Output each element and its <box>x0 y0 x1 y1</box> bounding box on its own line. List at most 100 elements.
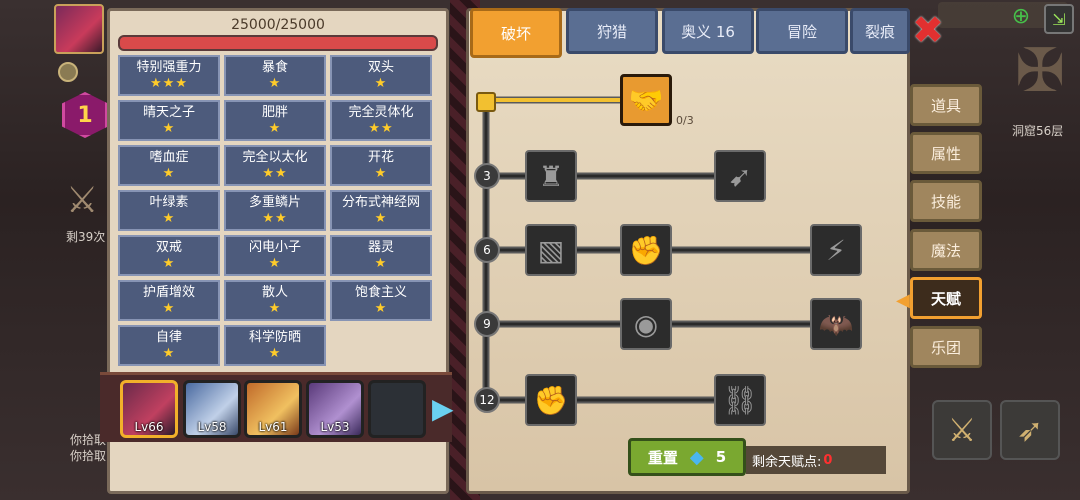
trait-name: 双头 <box>367 60 394 75</box>
side-tab-attributes[interactable]: 属性 <box>910 132 982 174</box>
hero-slot[interactable]: Lv58 <box>183 380 241 438</box>
trait-cell[interactable]: 叶绿素 ★ <box>118 190 220 231</box>
player-avatar[interactable] <box>54 4 104 54</box>
next-arrow-icon[interactable]: ▶ <box>432 392 454 425</box>
remaining-points-value: 0 <box>823 452 833 468</box>
trait-cell[interactable]: 科学防晒 ★ <box>224 325 326 366</box>
trait-name: 器灵 <box>367 240 394 255</box>
trait-name: 暴食 <box>261 60 288 75</box>
tier-label: 12 <box>474 387 500 413</box>
trait-cell[interactable]: 肥胖 ★ <box>224 100 326 141</box>
trait-cell[interactable]: 完全灵体化 ★★ <box>330 100 432 141</box>
star-icon: ★ <box>268 76 282 91</box>
trait-name: 叶绿素 <box>149 195 189 210</box>
card-strike-icon[interactable]: ▧ <box>525 224 577 276</box>
trait-cell[interactable]: 双戒 ★ <box>118 235 220 276</box>
globe-icon[interactable]: ⊕ <box>1008 4 1034 30</box>
hero-level: Lv66 <box>134 420 164 434</box>
star-icon: ★★ <box>262 166 288 181</box>
remaining-count: 剩39次 <box>66 230 106 244</box>
bat-icon[interactable]: 🦇 <box>810 298 862 350</box>
coin-icon <box>58 62 78 82</box>
star-icon: ★ <box>162 301 176 316</box>
star-icon: ★ <box>268 346 282 361</box>
trait-name: 肥胖 <box>261 105 288 120</box>
trait-cell[interactable]: 自律 ★ <box>118 325 220 366</box>
trait-name: 多重鳞片 <box>248 195 301 210</box>
empty-hero-slot[interactable] <box>368 380 426 438</box>
star-icon: ★ <box>162 346 176 361</box>
trait-cell[interactable]: 开花 ★ <box>330 145 432 186</box>
side-tab-talent[interactable]: 天赋 <box>910 277 982 319</box>
trait-cell[interactable]: 闪电小子 ★ <box>224 235 326 276</box>
tier-label: 9 <box>474 311 500 337</box>
node-points: 0/3 <box>676 114 694 127</box>
trait-cell[interactable]: 多重鳞片 ★★ <box>224 190 326 231</box>
trait-name: 完全灵体化 <box>348 105 414 120</box>
star-icon: ★★★ <box>150 76 188 91</box>
ripple-icon[interactable]: ◉ <box>620 298 672 350</box>
slash-icon[interactable]: ⚡ <box>810 224 862 276</box>
trait-name: 自律 <box>155 330 182 345</box>
hp-bar <box>118 35 438 51</box>
star-icon: ★ <box>162 256 176 271</box>
arrow-icon[interactable]: ➹ <box>714 150 766 202</box>
raised-fist-icon[interactable]: ✊ <box>525 374 577 426</box>
tree-root-node <box>476 92 496 112</box>
hero-slot[interactable]: Lv61 <box>244 380 302 438</box>
remaining-points-label: 剩余天赋点: <box>752 454 822 470</box>
trait-name: 开花 <box>367 150 394 165</box>
trait-cell[interactable]: 分布式神经网 ★ <box>330 190 432 231</box>
star-icon: ★ <box>268 301 282 316</box>
chained-fist-icon[interactable]: ⛓ <box>714 374 766 426</box>
side-tab-skills[interactable]: 技能 <box>910 180 982 222</box>
trait-name: 饱食主义 <box>354 285 407 300</box>
trait-cell[interactable]: 嗜血症 ★ <box>118 145 220 186</box>
sword-slot-icon[interactable]: ⚔ <box>932 400 992 460</box>
level-badge-value: 1 <box>77 102 93 128</box>
cave-icon[interactable]: ✠ <box>1000 36 1080 116</box>
trait-name: 双戒 <box>155 240 182 255</box>
trait-name: 分布式神经网 <box>341 195 420 210</box>
star-icon: ★ <box>268 256 282 271</box>
trait-cell[interactable]: 晴天之子 ★ <box>118 100 220 141</box>
star-icon: ★ <box>162 211 176 226</box>
trait-cell[interactable]: 护盾增效 ★ <box>118 280 220 321</box>
trait-cell[interactable]: 暴食 ★ <box>224 55 326 96</box>
close-icon[interactable]: ✖ <box>908 10 948 50</box>
star-icon: ★ <box>268 121 282 136</box>
remaining-points: 剩余天赋点: 0 <box>746 446 886 474</box>
hero-slot[interactable]: Lv53 <box>306 380 364 438</box>
side-tab-items[interactable]: 道具 <box>910 84 982 126</box>
star-icon: ★ <box>374 76 388 91</box>
trait-cell[interactable]: 饱食主义 ★ <box>330 280 432 321</box>
star-icon: ★ <box>374 301 388 316</box>
arm-wrestle-icon[interactable]: 🤝 <box>620 74 672 126</box>
loot-log-line: 你拾取 <box>70 449 107 463</box>
crossed-swords-icon[interactable]: ⚔ <box>66 180 98 221</box>
trait-name: 特别强重力 <box>136 60 202 75</box>
reset-label: 重置 <box>647 448 678 467</box>
bow-slot-icon[interactable]: ➶ <box>1000 400 1060 460</box>
trait-cell[interactable]: 器灵 ★ <box>330 235 432 276</box>
reset-button[interactable]: 重置 ◆ 5 <box>628 438 746 476</box>
star-icon: ★★ <box>368 121 394 136</box>
trait-name: 嗜血症 <box>149 150 189 165</box>
exit-icon[interactable]: ⇲ <box>1044 4 1074 34</box>
hero-slot[interactable]: Lv66 <box>120 380 178 438</box>
muscle-body-icon[interactable]: ♜ <box>525 150 577 202</box>
trait-cell[interactable]: 双头 ★ <box>330 55 432 96</box>
trait-cell[interactable]: 完全以太化 ★★ <box>224 145 326 186</box>
tier-label: 6 <box>474 237 500 263</box>
side-tab-magic[interactable]: 魔法 <box>910 229 982 271</box>
tier-label: 3 <box>474 163 500 189</box>
hero-level: Lv53 <box>320 420 350 434</box>
trait-cell[interactable]: 特别强重力 ★★★ <box>118 55 220 96</box>
trait-name: 护盾增效 <box>142 285 195 300</box>
trait-cell[interactable]: 散人 ★ <box>224 280 326 321</box>
star-icon: ★ <box>374 211 388 226</box>
trait-name: 闪电小子 <box>248 240 301 255</box>
side-tab-band[interactable]: 乐团 <box>910 326 982 368</box>
fist-icon[interactable]: ✊ <box>620 224 672 276</box>
trait-name: 晴天之子 <box>142 105 195 120</box>
